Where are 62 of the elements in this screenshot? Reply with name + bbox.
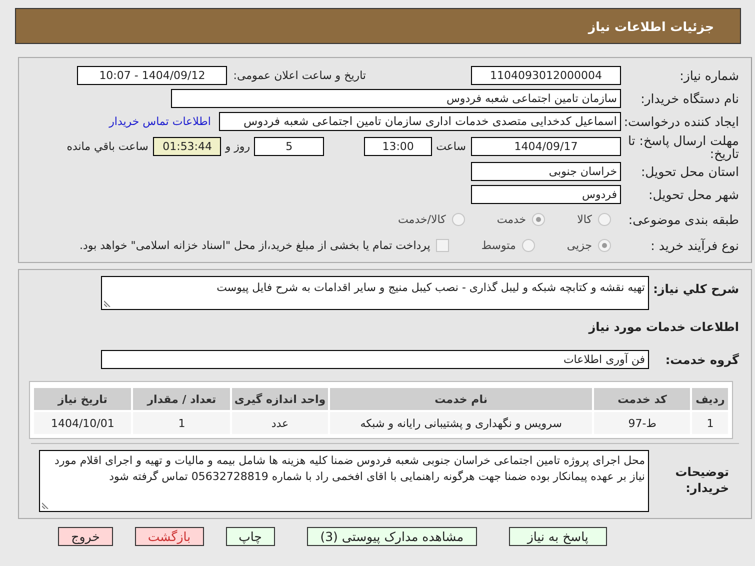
- column-header: تاریخ نیاز: [34, 388, 132, 410]
- field-label: شرح کلي نياز:: [652, 282, 739, 296]
- option-label: جزیی: [566, 238, 592, 252]
- action-button[interactable]: مشاهده مدارک پیوستی (3): [306, 527, 477, 546]
- resize-grip-icon[interactable]: [104, 300, 111, 307]
- option-label: کالا/خدمت: [398, 212, 446, 226]
- field-label: ساعت: [436, 140, 466, 153]
- table-cell: ط-97: [594, 412, 690, 434]
- field-label: استان محل تحویل:: [640, 164, 739, 179]
- field-label: روز و: [225, 140, 250, 153]
- field-label: نام دستگاه خریدار:: [640, 91, 739, 106]
- option-label: خدمت: [496, 212, 526, 226]
- column-header: تعداد / مقدار: [133, 388, 230, 410]
- field-label: ساعت باقي مانده: [66, 140, 148, 153]
- column-header: کد خدمت: [594, 388, 690, 410]
- field-label: مهلت ارسال پاسخ: تا تاریخ:: [627, 134, 739, 160]
- field-label: نوع فرآیند خرید :: [650, 238, 739, 252]
- radio-button[interactable]: [452, 212, 465, 226]
- column-header: واحد اندازه گیری: [232, 388, 328, 410]
- resize-grip-icon[interactable]: [42, 502, 49, 509]
- field-label: ایجاد کننده درخواست:: [622, 114, 739, 129]
- announce-date-field[interactable]: 1404/09/12 - 10:07: [77, 66, 228, 85]
- table-cell: 1404/10/01: [34, 412, 132, 434]
- radio-button[interactable]: [522, 238, 535, 252]
- field-label: گروه خدمت:: [664, 352, 739, 366]
- requester-field[interactable]: اسماعیل کدخدایی متصدی خدمات اداری سازمان تامین اجتماعی شعبه فردوس: [219, 112, 621, 131]
- exit-button[interactable]: خروج: [58, 527, 113, 546]
- radio-button[interactable]: [598, 212, 611, 226]
- action-button[interactable]: پاسخ به نیاز: [508, 527, 607, 546]
- field-label: شماره نیاز:: [678, 68, 739, 83]
- description-field[interactable]: تهیه نقشه و کتابچه شبکه و لیبل گذاری - نصب کیبل منیج و سایر اقدامات به شرح فایل پیوست: [101, 276, 649, 310]
- option-label: کالا: [577, 212, 592, 226]
- option-label: متوسط: [481, 238, 516, 252]
- field-label: طبقه بندی موضوعی:: [627, 212, 739, 226]
- field-label: تاریخ و ساعت اعلان عمومی:: [233, 69, 366, 82]
- page-header: جزئیات اطلاعات نیاز: [15, 8, 741, 44]
- column-header: نام خدمت: [330, 388, 592, 410]
- action-button[interactable]: بازگشت: [134, 527, 204, 546]
- column-header: ردیف: [692, 388, 728, 410]
- table-cell: 1: [133, 412, 230, 434]
- radio-button[interactable]: [532, 212, 546, 226]
- contact-link[interactable]: اطلاعات تماس خریدار: [109, 115, 211, 128]
- section-title: اطلاعات خدمات مورد نیاز: [587, 320, 739, 334]
- field-label: توضیحات خریدار:: [674, 464, 730, 496]
- need-number-field[interactable]: 1104093012000004: [471, 66, 621, 85]
- days-field[interactable]: 5: [254, 137, 324, 156]
- deadline-time-field[interactable]: 13:00: [364, 137, 432, 156]
- city-field[interactable]: فردوس: [471, 185, 621, 204]
- table-cell: عدد: [232, 412, 328, 434]
- payment-note: پرداخت تمام یا بخشی از مبلغ خرید،از محل "اسناد خزانه اسلامی" خواهد بود.: [80, 238, 430, 252]
- remaining-time-field[interactable]: 01:53:44: [153, 137, 222, 156]
- service-group-field[interactable]: فن آوری اطلاعات: [101, 350, 649, 369]
- action-button[interactable]: چاپ: [226, 527, 275, 546]
- province-field[interactable]: خراسان جنوبی: [471, 162, 621, 181]
- deadline-date-field[interactable]: 1404/09/17: [471, 137, 621, 156]
- table-cell: سرویس و نگهداری و پشتیبانی رایانه و شبکه: [330, 412, 592, 434]
- field-label: شهر محل تحویل:: [648, 187, 739, 202]
- buyer-name-field[interactable]: سازمان تامین اجتماعی شعبه فردوس: [171, 89, 621, 108]
- radio-button[interactable]: [598, 238, 611, 252]
- table-cell: 1: [692, 412, 728, 434]
- buyer-notes-field[interactable]: محل اجرای پروژه تامین اجتماعی خراسان جنوبی شعبه فردوس ضمنا کلیه هزینه ها شامل بیمه و مالیات و تهیه و اجرای اقلام مورد نیاز بر عهده پیمانکار بوده ضمنا جهت هرگونه راهنمایی با اقای افخمی راد با شماره 05632728819 تماس گرفته شود: [39, 450, 649, 512]
- checkbox[interactable]: [436, 238, 450, 252]
